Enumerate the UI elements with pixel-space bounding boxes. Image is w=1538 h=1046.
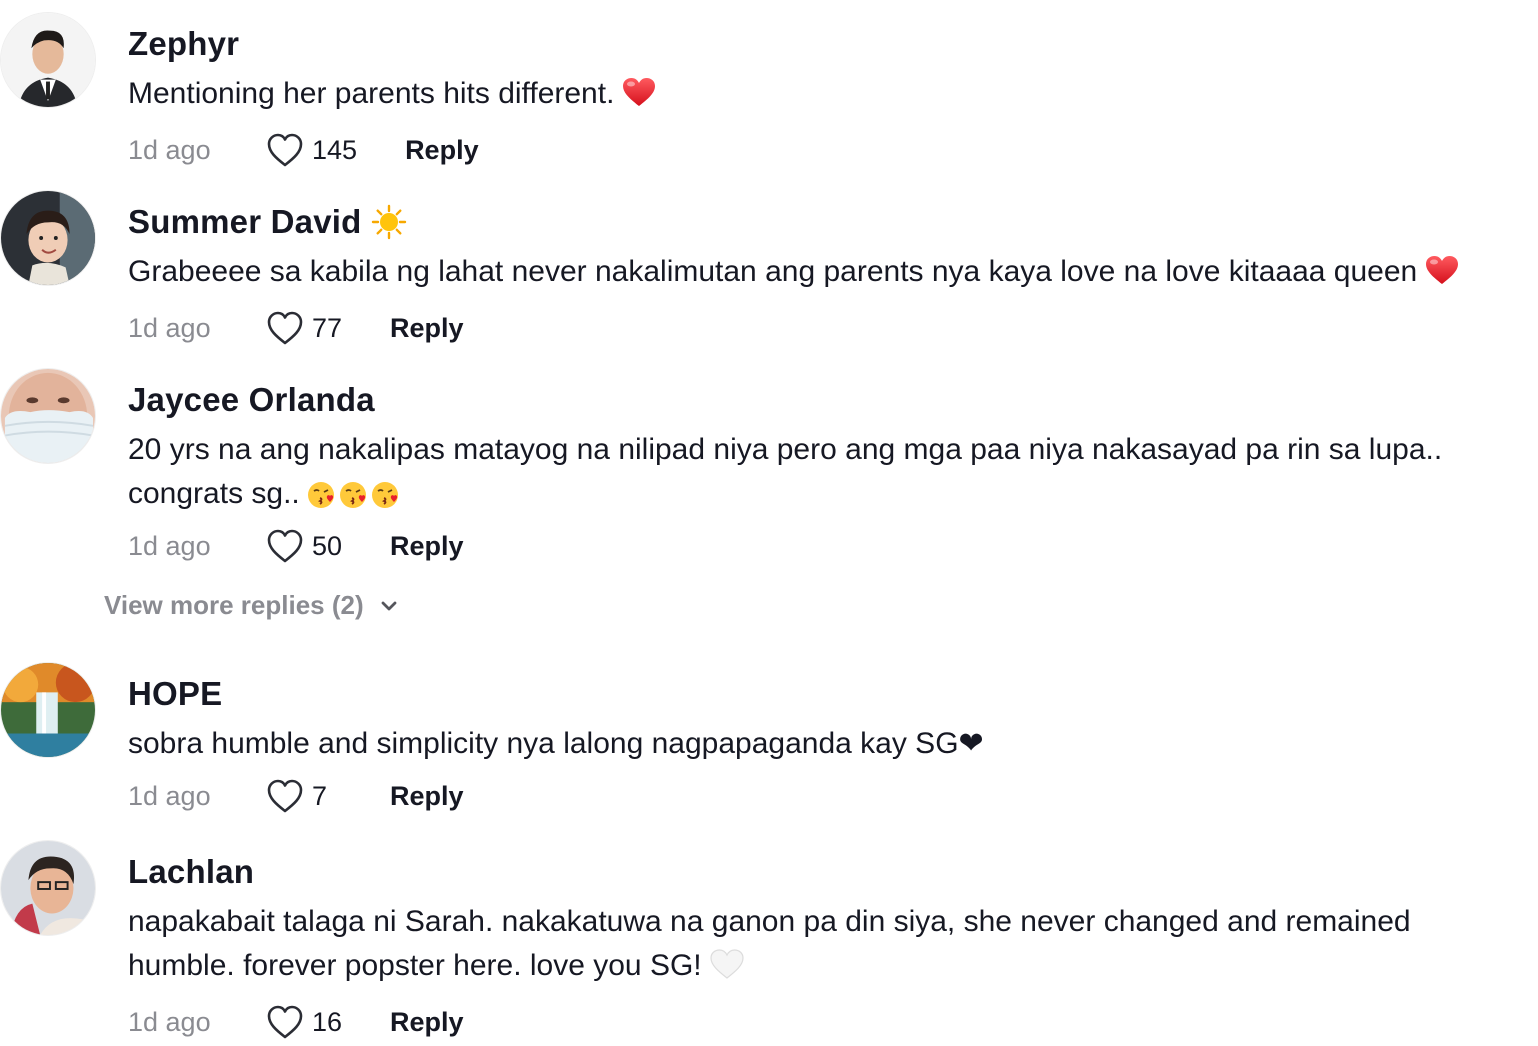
comment-actions: 1d ago 50 Reply: [128, 526, 1524, 566]
comment-username[interactable]: HOPE: [128, 674, 1524, 714]
reply-button[interactable]: Reply: [390, 1007, 464, 1038]
reply-button[interactable]: Reply: [390, 313, 464, 344]
like-button[interactable]: 50: [266, 528, 342, 564]
heart-outline-icon[interactable]: [266, 778, 304, 814]
heart-outline-icon[interactable]: [266, 528, 304, 564]
like-count: 7: [312, 780, 328, 811]
kissing-face-icons: [306, 480, 402, 510]
comment-text: 20 yrs na ang nakalipas matayog na nilip…: [128, 433, 1443, 510]
like-button[interactable]: 77: [266, 310, 342, 346]
avatar[interactable]: [0, 12, 96, 108]
comment-timestamp: 1d ago: [128, 530, 211, 561]
comment-username[interactable]: Jaycee Orlanda: [128, 380, 1524, 420]
kissing-face-icon: [339, 482, 366, 509]
reply-button[interactable]: Reply: [405, 135, 479, 166]
comment-timestamp: 1d ago: [128, 134, 211, 165]
kissing-face-icon: [371, 482, 398, 509]
comment-timestamp: 1d ago: [128, 780, 211, 811]
avatar[interactable]: [0, 190, 96, 286]
view-more-replies-button[interactable]: View more replies (2): [104, 590, 400, 621]
chevron-down-icon[interactable]: [378, 595, 400, 617]
comment-actions: 1d ago 77 Reply: [128, 308, 1524, 348]
white-heart-icon: [710, 948, 744, 992]
comment-text: sobra humble and simplicity nya lalong n…: [128, 727, 984, 760]
comment-timestamp: 1d ago: [128, 312, 211, 343]
kissing-face-icon: [307, 482, 334, 509]
red-heart-icon: [622, 76, 656, 120]
comment-actions: 1d ago 7 Reply: [128, 776, 1524, 816]
like-count: 50: [312, 530, 343, 561]
reply-button[interactable]: Reply: [390, 781, 464, 812]
like-button[interactable]: 7: [266, 778, 342, 814]
like-count: 16: [312, 1006, 343, 1037]
heart-outline-icon[interactable]: [266, 132, 304, 168]
comment-actions: 1d ago 16 Reply: [128, 1002, 1524, 1042]
sun-icon: [371, 204, 407, 240]
comment-text: Grabeeee sa kabila ng lahat never nakali…: [128, 250, 1524, 298]
avatar[interactable]: [0, 840, 96, 936]
like-button[interactable]: 16: [266, 1004, 342, 1040]
comment-username[interactable]: Summer David: [128, 202, 1524, 242]
red-heart-icon: [1425, 254, 1459, 298]
comment-username[interactable]: Zephyr: [128, 24, 1524, 64]
comment-timestamp: 1d ago: [128, 1006, 211, 1037]
like-count: 77: [312, 312, 343, 343]
avatar[interactable]: [0, 368, 96, 464]
like-button[interactable]: 145: [266, 132, 357, 168]
comment-text: Mentioning her parents hits different.: [128, 72, 1524, 120]
heart-outline-icon[interactable]: [266, 1004, 304, 1040]
reply-button[interactable]: Reply: [390, 531, 464, 562]
heart-outline-icon[interactable]: [266, 310, 304, 346]
comment-text: napakabait talaga ni Sarah. nakakatuwa n…: [128, 900, 1488, 992]
comment-username[interactable]: Lachlan: [128, 852, 1524, 892]
avatar[interactable]: [0, 662, 96, 758]
comment-actions: 1d ago 145 Reply: [128, 130, 1524, 170]
like-count: 145: [312, 134, 358, 165]
